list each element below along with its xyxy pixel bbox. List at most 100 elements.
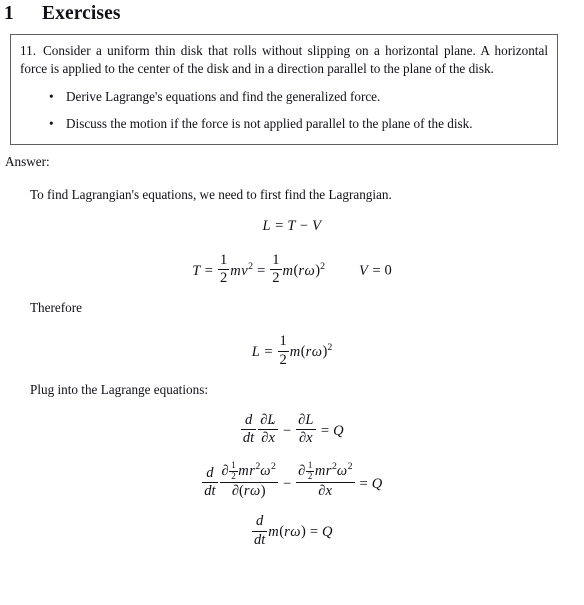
eq4-xdot: x (268, 430, 274, 446)
equation-lagrangian-definition: L = T − V (0, 218, 584, 235)
eq6-m: m (268, 524, 279, 540)
eq3-omega: ω (311, 344, 322, 361)
eq3-lparen: ( (300, 344, 306, 361)
eq2-omega: ω (304, 262, 315, 279)
eq4-d: d (240, 412, 257, 431)
eq6-d: d (251, 514, 268, 532)
plug-in-paragraph: Plug into the Lagrange equations: (30, 381, 208, 397)
eq4-L-2: L (305, 411, 314, 428)
eq3-half: 12 (277, 334, 289, 368)
list-item-text: Discuss the motion if the force is not a… (66, 116, 473, 132)
eq3-exp: 2 (327, 342, 333, 354)
eq3-equals: = (264, 344, 273, 361)
section-number: 1 (4, 3, 14, 24)
eq4-dLdx: ∂L ∂x (296, 411, 316, 446)
therefore-paragraph: Therefore (30, 300, 82, 316)
eq2-numerator-1: 1 (217, 252, 230, 271)
eq5-term-2: ∂ 1 2 mr2ω2 ∂x (296, 460, 355, 499)
equation-kinetic-potential-energy: T = 1 2 mv2 = 1 2 m(rω)2 V = 0 (0, 252, 584, 287)
eq2-equals-1: = (204, 262, 213, 279)
eq5-omega-3: ω (336, 463, 348, 480)
eq6-omega: ω (290, 524, 301, 540)
eq4-num-1: ∂L (258, 412, 278, 431)
answer-intro-paragraph: To find Lagrangian's equations, we need … (30, 186, 392, 202)
eq6-Q: Q (322, 524, 333, 540)
eq5-den-2: ∂x (296, 483, 354, 499)
problem-statement: 11. Consider a uniform thin disk that rol… (20, 42, 548, 79)
eq4-den-2: ∂x (296, 430, 316, 446)
eq4-x: x (306, 430, 313, 447)
list-item: • Derive Lagrange's equations and find t… (49, 88, 548, 106)
eq4-dLdxdot: ∂L ∂x (258, 412, 278, 446)
eq5-omega-exp-1: 2 (271, 461, 276, 473)
bullet-icon: • (49, 88, 54, 104)
eq2-exp-paren: 2 (320, 260, 325, 272)
eq3-denominator: 2 (279, 351, 287, 368)
eq6-rparen: ) (301, 524, 306, 540)
eq5-half-den-1: 2 (231, 470, 236, 481)
eq5-half-1: 12 (229, 460, 238, 481)
eq5-num-2: ∂ 1 2 mr2ω2 (296, 460, 355, 484)
answer-label: Answer: (5, 153, 50, 169)
eq3-r: r (305, 344, 312, 361)
list-item: • Discuss the motion if the force is not… (49, 115, 548, 133)
eq5-x: x (325, 483, 332, 500)
eq2-exp-v: 2 (248, 260, 254, 272)
eq5-m-2: m (314, 463, 326, 480)
eq5-Q: Q (371, 475, 383, 492)
eq5-half-den-2: 2 (307, 470, 313, 481)
eq5-dt: dt (204, 483, 216, 500)
eq5-omega-2: ω (250, 483, 261, 500)
eq6-ddt: d dt (251, 514, 268, 548)
eq4-num-2: ∂L (296, 411, 316, 431)
problem-bullet-list: • Derive Lagrange's equations and find t… (20, 88, 548, 134)
eq4-minus: − (282, 422, 292, 439)
eq2-T: T (192, 262, 201, 279)
eq2-denominator-1: 2 (219, 270, 228, 287)
document-page: 1 Exercises 11. Consider a uniform thin d… (0, 0, 584, 605)
eq2-half-2: 12 (270, 252, 282, 287)
eq2-denominator-2: 2 (272, 270, 280, 287)
eq6-equals: = (309, 524, 319, 540)
eq5-m-1: m (238, 463, 249, 480)
eq4-den-1: ∂x (258, 430, 278, 446)
problem-body: Consider a uniform thin disk that rolls … (20, 43, 548, 77)
list-item-text: Derive Lagrange's equations and find the… (66, 88, 381, 104)
eq5-den-1: ∂(rω) (220, 483, 278, 499)
eq5-omega-exp-2: 2 (347, 461, 353, 473)
eq1-equals: = (275, 217, 284, 234)
eq2-equals-3: = (372, 262, 381, 279)
problem-box: 11. Consider a uniform thin disk that rol… (10, 34, 558, 145)
eq3-numerator: 1 (277, 334, 289, 352)
section-heading: 1 Exercises (0, 0, 584, 25)
eq1-V: V (312, 217, 321, 234)
eq5-minus: − (282, 475, 292, 492)
equation-lagrange-substituted: d dt ∂ 1 2 mr2ω2 ∂(rω) − ∂ 1 2 mr2ω2 ∂x = Q (0, 460, 584, 500)
bullet-icon: • (49, 116, 54, 132)
eq5-omega-1: ω (260, 463, 271, 480)
eq6-dt: dt (253, 531, 266, 548)
section-title: Exercises (42, 3, 121, 24)
equation-lagrangian-result: L = 1 2 m(rω)2 (0, 334, 584, 368)
eq2-zero: 0 (384, 262, 392, 279)
eq5-partial-1: ∂ (221, 463, 229, 480)
eq4-ddt: d dt (240, 412, 257, 446)
eq2-V: V (359, 262, 368, 279)
eq5-equals: = (359, 475, 368, 492)
eq5-half-2: 12 (305, 460, 315, 481)
eq3-m: m (289, 344, 301, 361)
eq4-Q: Q (333, 422, 344, 439)
eq2-half-1: 12 (217, 252, 230, 287)
eq1-L: L (262, 217, 271, 234)
eq4-equals: = (320, 422, 330, 439)
eq5-rparen: ) (260, 483, 266, 500)
eq2-m-2: m (282, 262, 293, 279)
eq3-L: L (251, 344, 260, 361)
eq5-partial-2: ∂ (231, 483, 240, 500)
eq5-num-1: ∂ 1 2 mr2ω2 (219, 460, 278, 484)
eq2-equals-2: = (257, 262, 266, 279)
eq5-ddt: d dt (202, 465, 218, 500)
eq5-partial-3: ∂ (298, 463, 306, 480)
eq5-d: d (202, 465, 218, 484)
eq5-term-1: ∂ 1 2 mr2ω2 ∂(rω) (219, 460, 278, 499)
